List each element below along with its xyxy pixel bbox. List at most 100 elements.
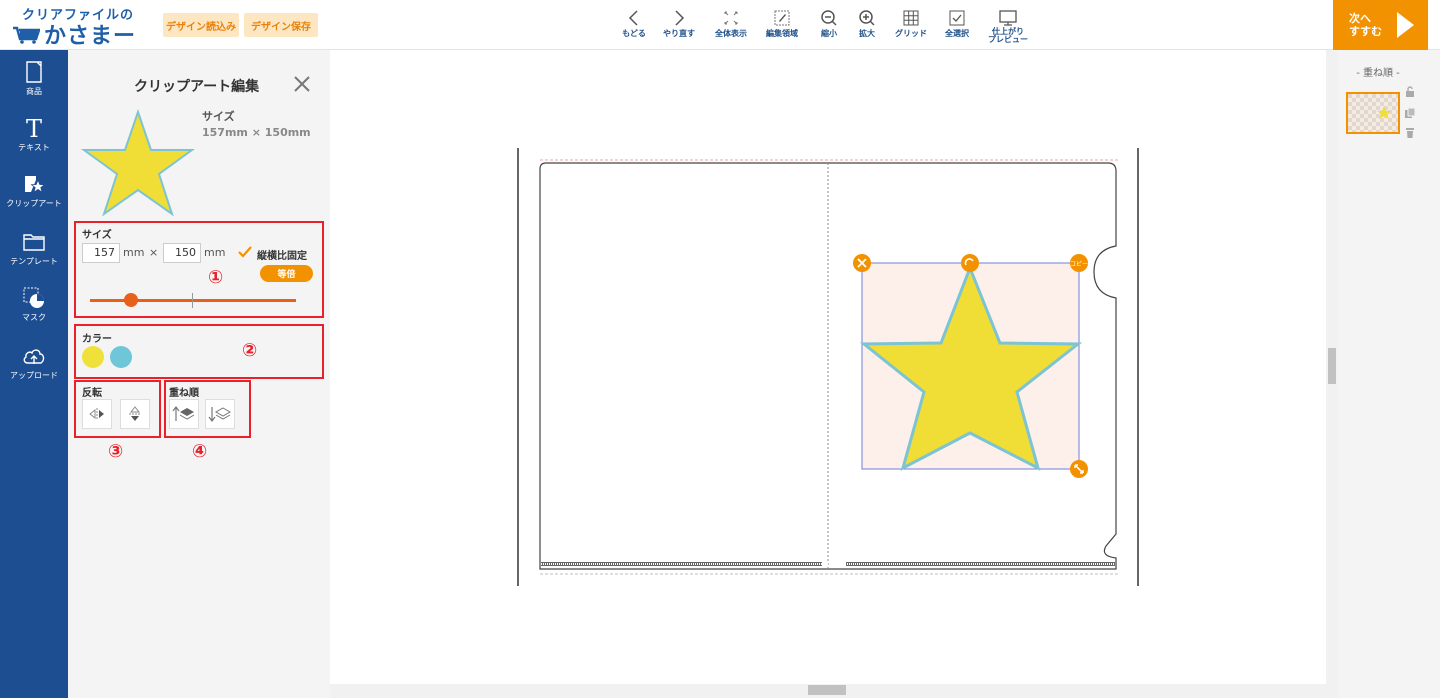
nav-template-label: テンプレート bbox=[10, 257, 58, 266]
zoom-out-button[interactable]: 縮小 bbox=[809, 8, 849, 46]
grid-label: グリッド bbox=[895, 29, 927, 38]
next-label-2: すすむ bbox=[1349, 25, 1382, 38]
edit-area-button[interactable]: 編集領域 bbox=[762, 8, 802, 46]
template-icon bbox=[23, 234, 45, 251]
edit-area-icon bbox=[774, 10, 790, 26]
preview-label2: プレビュー bbox=[988, 35, 1028, 44]
flip-vertical-button[interactable] bbox=[120, 399, 150, 429]
redo-label: やり直す bbox=[663, 29, 695, 38]
preview-button[interactable]: 仕上がり プレビュー bbox=[988, 8, 1028, 46]
upload-icon bbox=[23, 349, 45, 364]
horizontal-scroll-thumb[interactable] bbox=[808, 685, 846, 695]
redo-icon bbox=[675, 10, 685, 26]
select-all-label: 全選択 bbox=[945, 29, 969, 38]
vertical-scroll-thumb[interactable] bbox=[1328, 348, 1336, 384]
fit-all-button[interactable]: 全体表示 bbox=[711, 8, 751, 46]
flip-horizontal-icon bbox=[89, 408, 104, 420]
order-section-label: 重ね順 bbox=[169, 388, 199, 399]
panel-title: クリップアート編集 bbox=[134, 79, 260, 95]
select-all-icon bbox=[949, 10, 965, 26]
grid-icon bbox=[903, 10, 919, 26]
zoom-in-label: 拡大 bbox=[859, 29, 875, 38]
svg-text:T: T bbox=[26, 116, 42, 140]
clipart-edit-panel: クリップアート編集 サイズ 157mm × 150mm サイズ 157 mm ×… bbox=[68, 50, 330, 698]
select-all-button[interactable]: 全選択 bbox=[937, 8, 977, 46]
nav-clipart[interactable]: クリップアート bbox=[0, 172, 68, 224]
size-slider[interactable] bbox=[90, 299, 296, 302]
nav-text-label: テキスト bbox=[18, 143, 50, 152]
design-load-button[interactable]: デザイン読込み bbox=[163, 13, 239, 37]
annotation-1: ① bbox=[208, 267, 224, 288]
product-icon bbox=[26, 61, 42, 83]
size-info-value: 157mm × 150mm bbox=[202, 126, 311, 139]
nav-template[interactable]: テンプレート bbox=[0, 230, 68, 282]
fit-all-label: 全体表示 bbox=[715, 29, 747, 38]
size-section-label: サイズ bbox=[82, 230, 112, 241]
copy-handle-label: コピー bbox=[1070, 261, 1088, 268]
nav-clipart-label: クリップアート bbox=[6, 199, 62, 208]
app-header: クリアファイルの かさまーと デザイン読込み デザイン保存 もどる やり直す 全… bbox=[0, 0, 1440, 81]
color-section-label: カラー bbox=[82, 334, 112, 345]
send-backward-button[interactable] bbox=[205, 399, 235, 429]
horizontal-scrollbar[interactable] bbox=[330, 684, 1338, 698]
design-canvas[interactable]: コピー bbox=[330, 50, 1326, 684]
equal-size-button[interactable]: 等倍 bbox=[260, 265, 313, 282]
size-info-label: サイズ bbox=[202, 110, 235, 123]
lock-icon[interactable] bbox=[1404, 86, 1416, 98]
nav-mask-label: マスク bbox=[22, 313, 46, 322]
next-button[interactable]: 次へ すすむ bbox=[1333, 0, 1428, 50]
keep-ratio-checkbox[interactable]: 縦横比固定 bbox=[257, 247, 307, 262]
layer-panel: - 重ね順 - bbox=[1338, 50, 1440, 698]
slider-center-tick bbox=[192, 293, 193, 308]
color-swatch-fill[interactable] bbox=[82, 346, 104, 368]
zoom-in-icon bbox=[859, 10, 875, 26]
height-input[interactable]: 150 bbox=[163, 243, 201, 263]
fit-all-icon bbox=[724, 11, 738, 25]
annotation-3: ③ bbox=[108, 441, 124, 462]
mask-icon bbox=[23, 287, 44, 308]
layer-thumbnail[interactable] bbox=[1346, 92, 1400, 134]
design-save-button[interactable]: デザイン保存 bbox=[244, 13, 318, 37]
nav-product-label: 商品 bbox=[26, 87, 42, 96]
main-toolbar: もどる やり直す 全体表示 編集領域 縮小 拡大 グリッド 全選択 仕上がり プ… bbox=[614, 8, 1044, 46]
trash-icon[interactable] bbox=[1404, 127, 1416, 139]
height-unit: mm bbox=[204, 246, 226, 259]
cart-icon bbox=[13, 26, 40, 44]
grid-button[interactable]: グリッド bbox=[891, 8, 931, 46]
undo-button[interactable]: もどる bbox=[614, 8, 654, 46]
close-icon[interactable] bbox=[292, 74, 312, 94]
flip-horizontal-button[interactable] bbox=[82, 399, 112, 429]
nav-upload-label: アップロード bbox=[10, 371, 58, 380]
flip-section-label: 反転 bbox=[82, 388, 102, 399]
zoom-out-label: 縮小 bbox=[821, 29, 837, 38]
annotation-4: ④ bbox=[192, 441, 208, 462]
nav-mask[interactable]: マスク bbox=[0, 286, 68, 338]
left-nav: 商品 T テキスト クリップアート テンプレート マスク アップロード bbox=[0, 50, 68, 698]
redo-button[interactable]: やり直す bbox=[659, 8, 699, 46]
vertical-scrollbar[interactable] bbox=[1326, 50, 1338, 684]
flip-vertical-icon bbox=[129, 406, 141, 421]
annotation-2: ② bbox=[242, 340, 258, 361]
clipart-preview bbox=[80, 108, 196, 217]
undo-icon bbox=[628, 10, 638, 26]
checkmark-icon[interactable] bbox=[238, 246, 252, 258]
nav-upload[interactable]: アップロード bbox=[0, 344, 68, 396]
clear-file-canvas: コピー bbox=[517, 148, 1139, 586]
color-swatch-stroke[interactable] bbox=[110, 346, 132, 368]
zoom-out-icon bbox=[821, 10, 837, 26]
text-icon: T bbox=[26, 116, 42, 140]
zoom-in-button[interactable]: 拡大 bbox=[847, 8, 887, 46]
nav-text[interactable]: T テキスト bbox=[0, 116, 68, 168]
times-sign: × bbox=[149, 246, 159, 259]
preview-icon bbox=[999, 10, 1017, 26]
width-input[interactable]: 157 bbox=[82, 243, 120, 263]
copy-icon[interactable] bbox=[1404, 107, 1416, 119]
nav-product[interactable]: 商品 bbox=[0, 60, 68, 112]
clipart-icon bbox=[25, 176, 46, 194]
undo-label: もどる bbox=[622, 29, 646, 38]
edit-area-label: 編集領域 bbox=[766, 29, 798, 38]
bring-forward-button[interactable] bbox=[169, 399, 199, 429]
next-label-1: 次へ bbox=[1349, 12, 1371, 25]
send-backward-icon bbox=[208, 407, 232, 422]
site-logo[interactable]: クリアファイルの かさまーと bbox=[8, 4, 158, 81]
